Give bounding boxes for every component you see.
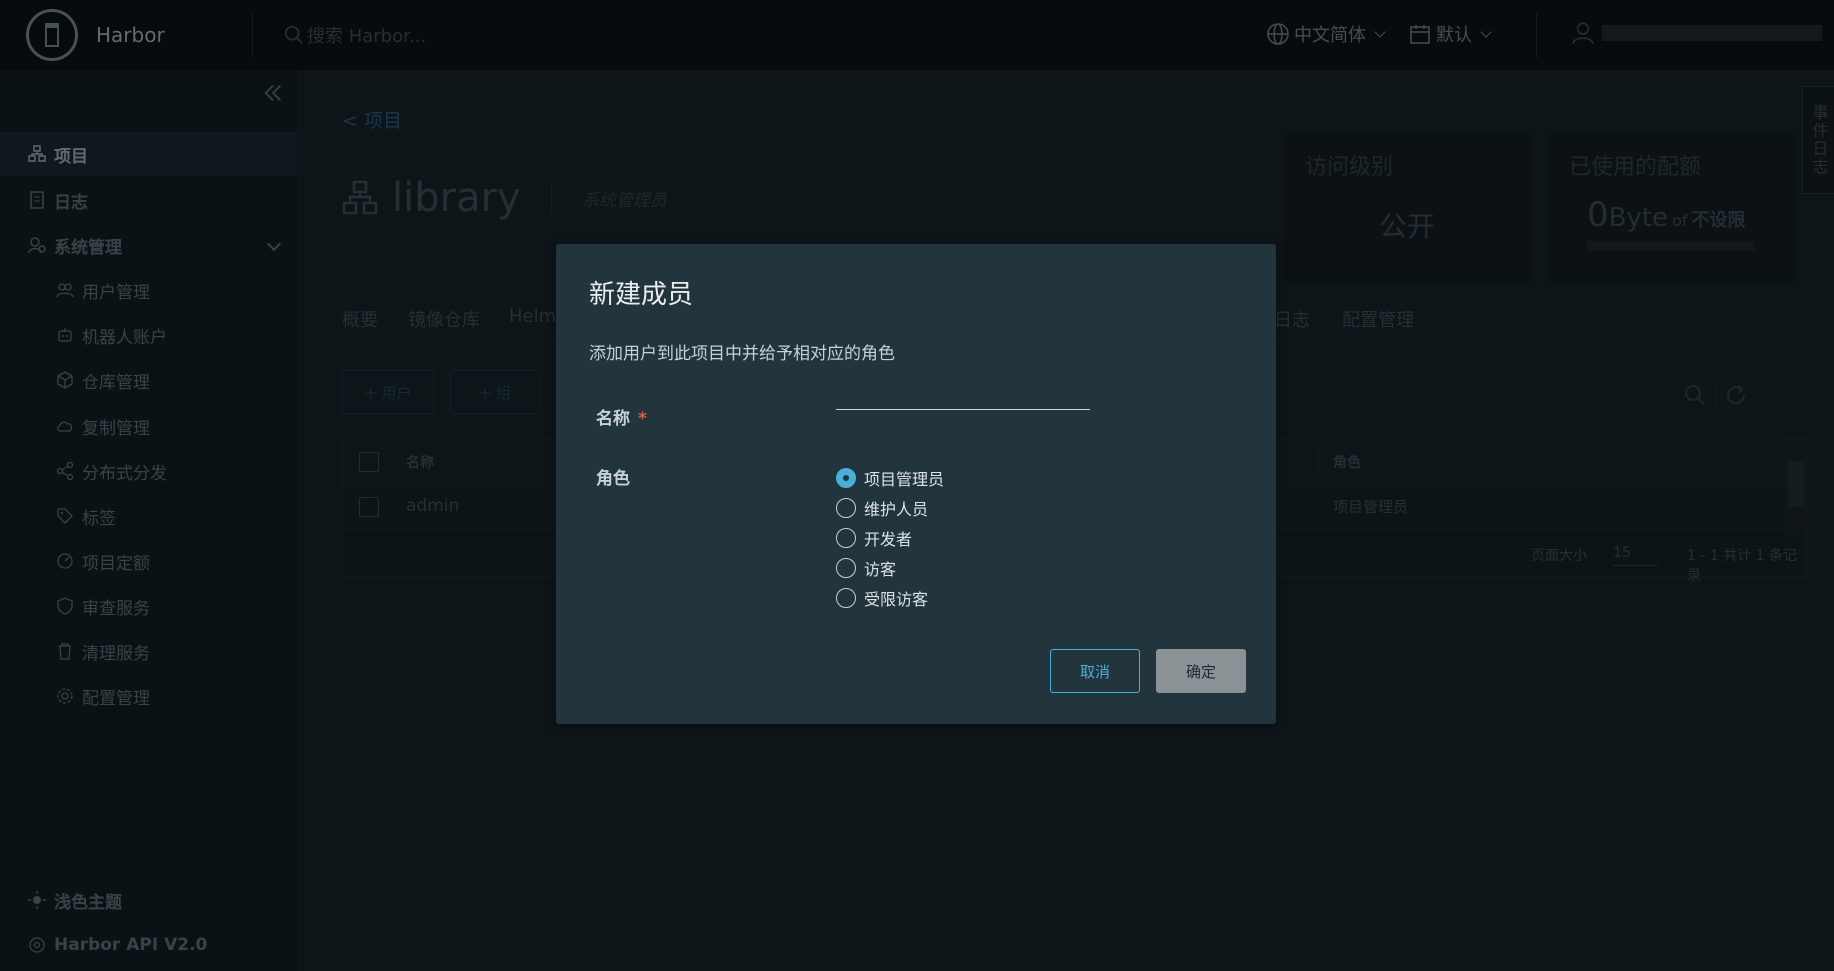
radio-button[interactable] [836,498,856,518]
role-option-label: 访客 [864,560,897,579]
radio-button[interactable] [836,588,856,608]
name-label-text: 名称 [596,409,630,429]
dialog-title: 新建成员 [589,280,694,310]
role-option-label: 开发者 [864,530,913,549]
cancel-button[interactable]: 取消 [1050,649,1140,693]
new-member-dialog: 新建成员 添加用户到此项目中并给予相对应的角色 名称 * 角色 项目管理员 维护人… [556,244,1276,724]
role-option-maintainer[interactable]: 维护人员 [836,496,928,520]
role-option-label: 项目管理员 [864,470,945,489]
role-option-label: 维护人员 [864,500,929,519]
member-name-input[interactable] [836,378,1090,410]
role-option-label: 受限访客 [864,590,929,609]
role-label: 角色 [596,469,630,489]
radio-button[interactable] [836,468,856,488]
required-marker: * [638,409,647,429]
dialog-description: 添加用户到此项目中并给予相对应的角色 [589,344,895,364]
role-option-guest[interactable]: 访客 [836,556,896,580]
confirm-button[interactable]: 确定 [1156,649,1246,693]
radio-button[interactable] [836,528,856,548]
radio-button[interactable] [836,558,856,578]
role-option-limited-guest[interactable]: 受限访客 [836,586,928,610]
role-option-developer[interactable]: 开发者 [836,526,912,550]
name-label: 名称 * [596,404,647,429]
role-option-project-admin[interactable]: 项目管理员 [836,466,944,490]
